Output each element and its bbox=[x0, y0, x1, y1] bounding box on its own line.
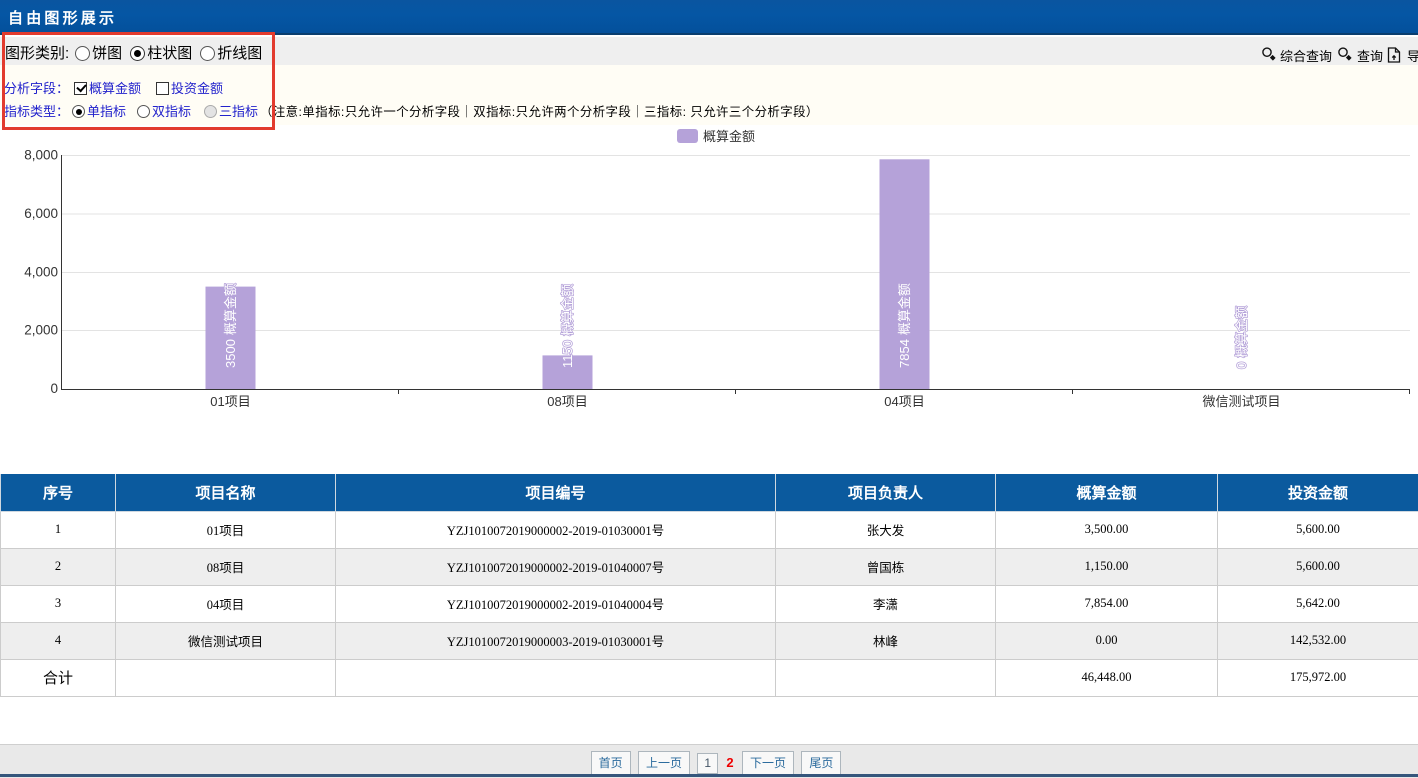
svg-text:微信测试项目: 微信测试项目 bbox=[1202, 394, 1280, 409]
svg-text:3500概算金额: 3500概算金额 bbox=[223, 283, 238, 368]
svg-text:概算金额: 概算金额 bbox=[703, 129, 755, 144]
svg-text:2,000: 2,000 bbox=[24, 323, 58, 338]
svg-text:1150概算金额: 1150概算金额 bbox=[560, 284, 575, 368]
svg-text:0概算金额: 0概算金额 bbox=[1234, 306, 1249, 369]
svg-text:0: 0 bbox=[50, 381, 58, 396]
svg-text:8,000: 8,000 bbox=[24, 148, 58, 163]
svg-text:01项目: 01项目 bbox=[210, 394, 250, 409]
svg-text:04项目: 04项目 bbox=[884, 394, 924, 409]
svg-text:4,000: 4,000 bbox=[24, 265, 58, 280]
svg-text:08项目: 08项目 bbox=[547, 394, 587, 409]
svg-text:7854概算金额: 7854概算金额 bbox=[897, 283, 912, 368]
svg-text:6,000: 6,000 bbox=[24, 206, 58, 221]
